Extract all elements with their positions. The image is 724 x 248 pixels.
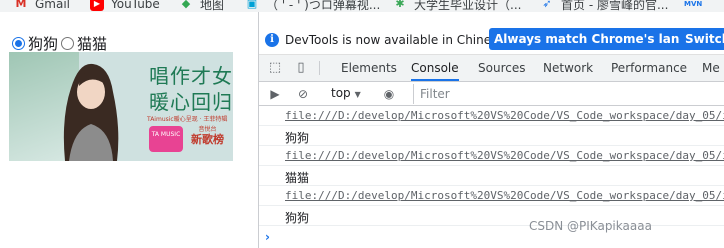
tab-elements[interactable]: Elements (341, 55, 397, 81)
bookmark-label: 首页 - 廖雪峰的官... (561, 0, 669, 12)
devtools-panel: i DevTools is now available in Chinese! … (258, 12, 724, 248)
info-icon: i (265, 32, 279, 47)
live-expression-eye-icon[interactable]: ◉ (381, 86, 397, 102)
device-toolbar-icon[interactable]: ▯ (293, 60, 309, 76)
banner-image: 唱作才女 暖心回归 TAimusic暖心呈现 · 王菲特辑 TA MUSIC 音… (9, 52, 233, 161)
sidebar-toggle-icon[interactable]: ▶ (267, 86, 283, 102)
chevron-down-icon: ▼ (354, 90, 361, 99)
context-selector[interactable]: top ▼ (331, 86, 361, 100)
log-message: 猫猫 (285, 171, 310, 185)
radio-dog[interactable] (12, 37, 25, 50)
log-message: 狗狗 (285, 211, 310, 225)
language-infobar: i DevTools is now available in Chinese! … (259, 25, 724, 55)
radio-cat-label: 猫猫 (77, 35, 108, 53)
app-icon: ✱ (395, 0, 405, 10)
bookmark-label: Gmail (35, 0, 71, 11)
bilibili-icon: ▣ (246, 0, 258, 10)
bookmark-gmail[interactable]: M Gmail (14, 0, 71, 12)
source-link[interactable]: file:///D:/develop/Microsoft%20VS%20Code… (285, 109, 724, 122)
banner-title-line1: 唱作才女 (149, 64, 233, 88)
radio-dog-label: 狗狗 (28, 35, 59, 53)
clear-console-icon[interactable]: ⊘ (295, 86, 311, 102)
page-viewport: 狗狗 猫猫 唱作才女 暖心回归 TAimusic暖心呈现 · 王菲特辑 TA M… (0, 12, 258, 248)
console-row: file:///D:/develop/Microsoft%20VS%20Code… (259, 106, 724, 126)
ta-music-logo: TA MUSIC (149, 126, 183, 152)
console-row: 猫猫 (259, 166, 724, 186)
console-row: 狗狗 (259, 206, 724, 226)
tab-memory[interactable]: Me (702, 55, 720, 81)
bookmark-label: （ ' - ' )つロ弹幕视... (266, 0, 381, 12)
switch-language-button[interactable]: Switch (680, 28, 724, 50)
banner-title-line2: 暖心回归 (149, 90, 233, 114)
logo-top-text: 音悦台 (198, 126, 217, 133)
tab-sources[interactable]: Sources (478, 55, 525, 81)
bookmarks-bar: M Gmail ▶ YouTube ◆ 地图 ▣ （ ' - ' )つロ弹幕视... ✱… (0, 0, 724, 12)
devtools-tabbar: ⬚ ▯ Elements Console Sources Network Per… (259, 55, 724, 82)
bookmark-label: 地图 (200, 0, 225, 12)
source-link[interactable]: file:///D:/develop/Microsoft%20VS%20Code… (285, 149, 724, 162)
console-toolbar: ▶ ⊘ top ▼ ◉ Filter (259, 82, 724, 106)
youtube-icon: ▶ (90, 0, 104, 11)
log-message: 狗狗 (285, 131, 310, 145)
tab-separator (319, 61, 320, 75)
bookmark-label: YouTube (111, 0, 160, 11)
logo-main-text: 新歌榜 (191, 133, 224, 146)
pet-radio-group: 狗狗 猫猫 (12, 33, 110, 54)
console-row: file:///D:/develop/Microsoft%20VS%20Code… (259, 146, 724, 166)
bookmark-youtube[interactable]: ▶ YouTube (90, 0, 160, 12)
gmail-icon: M (15, 0, 27, 10)
tab-performance[interactable]: Performance (611, 55, 687, 81)
maven-icon: MVN (684, 0, 703, 8)
console-filter-input[interactable]: Filter (413, 84, 724, 104)
tab-console[interactable]: Console (411, 55, 459, 81)
infobar-message: DevTools is now available in Chinese! (285, 32, 510, 47)
source-link[interactable]: file:///D:/develop/Microsoft%20VS%20Code… (285, 189, 724, 202)
bookmark-maps[interactable]: ◆ 地图 (179, 0, 224, 12)
console-row: 狗狗 (259, 126, 724, 146)
context-label: top (331, 86, 351, 100)
console-prompt[interactable]: › (265, 230, 270, 244)
bookmark-mvn[interactable]: MVN (684, 0, 709, 12)
bookmark-graduation[interactable]: ✱ 大学生毕业设计（... (393, 0, 521, 12)
new-songs-logo: 音悦台 新歌榜 (191, 124, 224, 146)
singer-photo (63, 63, 119, 161)
maps-icon: ◆ (181, 0, 191, 10)
csdn-watermark: CSDN @PIKapikaaaa (529, 219, 652, 233)
bookmark-bilibili[interactable]: ▣ （ ' - ' )つロ弹幕视... (245, 0, 381, 12)
console-output: file:///D:/develop/Microsoft%20VS%20Code… (259, 106, 724, 248)
bookmark-label: 大学生毕业设计（... (414, 0, 522, 12)
console-row: file:///D:/develop/Microsoft%20VS%20Code… (259, 186, 724, 206)
bookmark-liaoxuefeng[interactable]: ➶ 首页 - 廖雪峰的官... (540, 0, 668, 12)
banner-subtitle: TAimusic暖心呈现 · 王菲特辑 (147, 116, 228, 123)
radio-cat[interactable] (61, 37, 75, 50)
rocket-icon: ➶ (542, 0, 552, 10)
tab-network[interactable]: Network (543, 55, 593, 81)
inspect-element-icon[interactable]: ⬚ (267, 60, 283, 76)
